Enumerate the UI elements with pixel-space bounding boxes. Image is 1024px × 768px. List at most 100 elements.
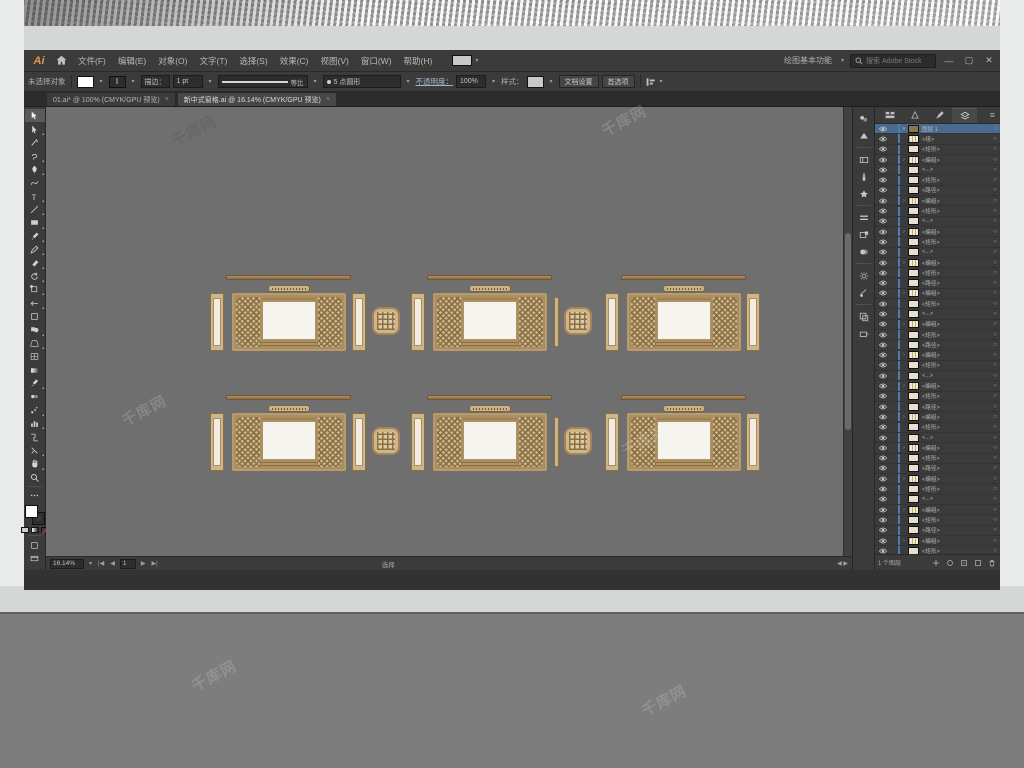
- target-indicator[interactable]: ○: [990, 455, 1000, 461]
- target-indicator[interactable]: ○: [990, 507, 1000, 513]
- target-indicator[interactable]: ○: [990, 187, 1000, 193]
- blend-tool[interactable]: [25, 390, 45, 403]
- document-tab-2[interactable]: 新中式窗格.ai @ 16.14% (CMYK/GPU 预览) ×: [176, 92, 337, 106]
- stroke-weight-value[interactable]: 1 pt: [172, 75, 203, 88]
- eye-icon[interactable]: [876, 517, 889, 523]
- layer-row[interactable]: <...> ○: [875, 309, 1000, 320]
- artboard-number-field[interactable]: 1: [119, 558, 136, 569]
- perspective-grid-tool[interactable]: [25, 337, 45, 350]
- brushes-tab[interactable]: [927, 108, 952, 123]
- layer-row[interactable]: <矩形> ○: [875, 268, 1000, 279]
- target-indicator[interactable]: ○: [990, 167, 1000, 173]
- artboard-tool[interactable]: [25, 430, 45, 443]
- layer-row[interactable]: <矩形> ○: [875, 330, 1000, 341]
- zoom-tool[interactable]: [25, 471, 45, 484]
- screen-mode-icon[interactable]: [25, 552, 45, 565]
- hand-tool[interactable]: [25, 457, 45, 470]
- eye-icon[interactable]: [876, 249, 889, 255]
- target-indicator[interactable]: ○: [990, 332, 1000, 338]
- target-indicator[interactable]: ○: [990, 527, 1000, 533]
- shape-builder-tool[interactable]: [25, 323, 45, 336]
- layer-row[interactable]: › <编组> ○: [875, 319, 1000, 330]
- eye-icon[interactable]: [876, 496, 889, 502]
- eye-icon[interactable]: [876, 218, 889, 224]
- brush-definition-selector[interactable]: 5 点圆形: [322, 75, 401, 88]
- artboard-next-button[interactable]: ▶: [140, 560, 147, 567]
- make-mask-icon[interactable]: [944, 557, 955, 568]
- eye-icon[interactable]: [876, 157, 889, 163]
- target-indicator[interactable]: ○: [990, 146, 1000, 152]
- target-indicator[interactable]: ○: [990, 404, 1000, 410]
- graphic-style-swatch[interactable]: [526, 75, 544, 88]
- drawing-mode-icon[interactable]: [25, 538, 45, 551]
- eye-icon[interactable]: [876, 167, 889, 173]
- width-tool[interactable]: [25, 296, 45, 309]
- layer-row[interactable]: <路径> ○: [875, 402, 1000, 413]
- new-sublayer-icon[interactable]: [958, 557, 969, 568]
- align-chevron-icon[interactable]: ▾: [657, 78, 666, 85]
- layer-row[interactable]: › <编组> ○: [875, 381, 1000, 392]
- eye-icon[interactable]: [876, 208, 889, 214]
- pen-tool[interactable]: [25, 163, 45, 176]
- symbols-icon[interactable]: [855, 185, 873, 202]
- eye-icon[interactable]: [876, 393, 889, 399]
- workspace-chevron-down-icon[interactable]: ▾: [841, 57, 844, 64]
- target-indicator[interactable]: ○: [990, 280, 1000, 286]
- eye-icon[interactable]: [876, 465, 889, 471]
- eye-icon[interactable]: [876, 414, 889, 420]
- fill-stroke-control[interactable]: [24, 505, 45, 526]
- new-layer-icon[interactable]: [972, 557, 983, 568]
- target-indicator[interactable]: ○: [990, 290, 1000, 296]
- direct-selection-tool[interactable]: [25, 122, 45, 135]
- asset-export-icon[interactable]: [855, 325, 873, 342]
- chevron-right-icon[interactable]: ›: [900, 352, 908, 358]
- layer-row[interactable]: › <编组> ○: [875, 474, 1000, 485]
- swatches-icon[interactable]: [855, 151, 873, 168]
- target-indicator[interactable]: ○: [990, 476, 1000, 482]
- scale-tool[interactable]: [25, 283, 45, 296]
- chevron-right-icon[interactable]: ›: [900, 229, 908, 235]
- target-indicator[interactable]: ○: [990, 260, 1000, 266]
- layer-row[interactable]: › <编组> ○: [875, 196, 1000, 207]
- eye-icon[interactable]: [876, 332, 889, 338]
- magic-wand-tool[interactable]: [25, 136, 45, 149]
- gradient-mode-swatch[interactable]: [30, 527, 39, 534]
- layer-row[interactable]: › <编组> ○: [875, 258, 1000, 269]
- target-indicator[interactable]: ○: [990, 301, 1000, 307]
- layer-row[interactable]: <矩形> ○: [875, 422, 1000, 433]
- scrollbar-thumb[interactable]: [845, 232, 851, 431]
- brush-chevron-icon[interactable]: ▾: [404, 78, 413, 85]
- window-maximize-button[interactable]: ▢: [962, 55, 976, 66]
- target-indicator[interactable]: ○: [990, 218, 1000, 224]
- layer-row[interactable]: <路径> ○: [875, 278, 1000, 289]
- target-indicator[interactable]: ○: [990, 352, 1000, 358]
- eye-icon[interactable]: [876, 290, 889, 296]
- layer-row[interactable]: <...> ○: [875, 371, 1000, 382]
- eye-icon[interactable]: [876, 404, 889, 410]
- target-indicator[interactable]: ○: [990, 239, 1000, 245]
- target-indicator[interactable]: ○: [990, 393, 1000, 399]
- status-scroll-arrows[interactable]: ◀ ▶: [837, 560, 848, 567]
- layer-row[interactable]: <矩形> ○: [875, 391, 1000, 403]
- layer-row[interactable]: <...> ○: [875, 247, 1000, 258]
- chevron-right-icon[interactable]: ›: [900, 321, 908, 327]
- lasso-tool[interactable]: [25, 149, 45, 162]
- window-close-button[interactable]: ✕: [982, 55, 996, 66]
- properties-tab[interactable]: [877, 108, 902, 123]
- edit-toolbar-icon[interactable]: [25, 489, 45, 502]
- color-mode-swatch[interactable]: [20, 527, 29, 534]
- type-tool[interactable]: T: [25, 189, 45, 202]
- target-indicator[interactable]: ○: [990, 373, 1000, 379]
- line-segment-tool[interactable]: [25, 203, 45, 216]
- eye-icon[interactable]: [876, 352, 889, 358]
- target-indicator[interactable]: ○: [990, 362, 1000, 368]
- target-indicator[interactable]: ○: [990, 383, 1000, 389]
- eye-icon[interactable]: [876, 239, 889, 245]
- rotate-tool[interactable]: [25, 270, 45, 283]
- align-icon[interactable]: [855, 209, 873, 226]
- chevron-right-icon[interactable]: ›: [900, 157, 908, 163]
- artboard-last-button[interactable]: ▶|: [150, 560, 158, 567]
- eye-icon[interactable]: [876, 548, 889, 554]
- brushes-icon[interactable]: [855, 168, 873, 185]
- panel-menu-icon[interactable]: ≡: [990, 110, 998, 120]
